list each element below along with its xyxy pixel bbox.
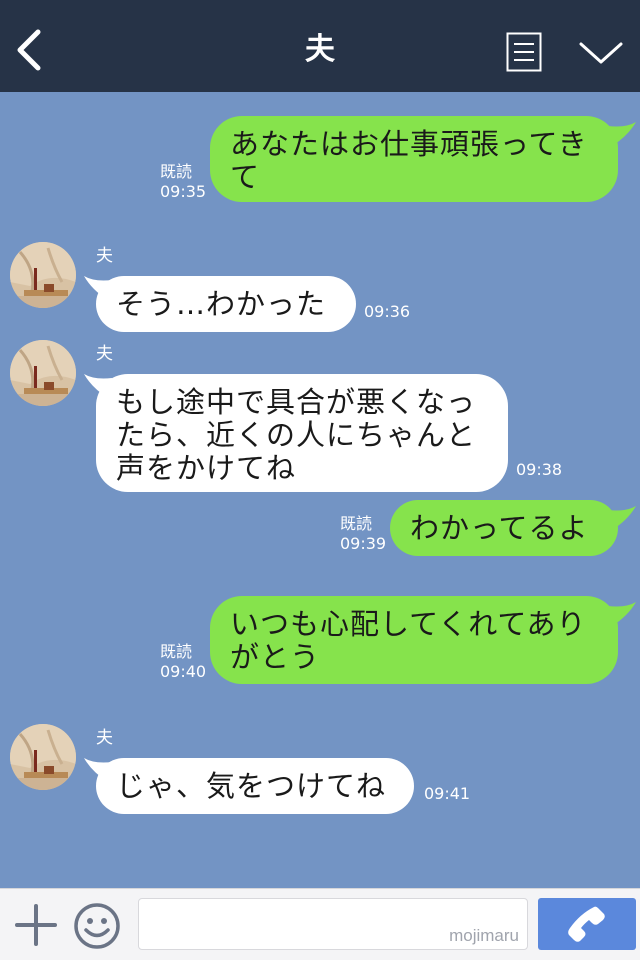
call-button[interactable] [538,898,636,950]
message-time: 09:38 [516,460,563,479]
avatar[interactable] [10,724,76,790]
received-message-bubble[interactable]: じゃ、気をつけてね [96,758,414,814]
message-text: そう…わかった [116,287,327,321]
sender-name: 夫 [96,344,113,364]
sender-name: 夫 [96,728,113,748]
avatar-image [10,724,76,790]
bubble-tail [608,122,636,146]
message-text: たら、近くの人にちゃんと [116,418,477,452]
message-input-bar: mojimaru [0,888,640,960]
message-text: じゃ、気をつけてね [116,769,387,803]
plus-icon[interactable] [14,903,58,947]
message-text: て [230,160,261,194]
smiley-icon[interactable] [72,901,122,951]
bubble-tail [608,602,636,626]
message-input[interactable]: mojimaru [138,898,528,950]
chevron-down-icon[interactable] [578,38,624,68]
message-time: 09:41 [424,784,471,803]
avatar-image [10,340,76,406]
watermark-text: mojimaru [449,926,519,945]
message-text: わかってるよ [410,511,589,545]
received-message-bubble[interactable]: そう…わかった [96,276,356,332]
list-menu-icon[interactable] [506,32,542,72]
message-text: あなたはお仕事頑張ってき [230,127,588,161]
avatar[interactable] [10,242,76,308]
avatar[interactable] [10,340,76,406]
message-text: もし途中で具合が悪くなっ [116,385,477,419]
read-receipt: 既読 09:40 [160,642,207,681]
message-time: 09:36 [364,302,411,321]
read-receipt: 既読 09:35 [160,162,207,201]
avatar-image [10,242,76,308]
sent-message-bubble[interactable]: わかってるよ [390,500,618,556]
phone-icon [568,906,605,942]
message-text: いつも心配してくれてあり [230,607,587,641]
message-text: がとう [230,640,321,674]
sent-message-bubble[interactable]: あなたはお仕事頑張ってき て [210,116,618,202]
message-text: 声をかけてね [116,451,297,485]
sent-message-bubble[interactable]: いつも心配してくれてあり がとう [210,596,618,684]
sender-name: 夫 [96,246,113,266]
read-receipt: 既読 09:39 [340,514,387,553]
chat-message-area[interactable]: 既読 09:35 あなたはお仕事頑張ってき て 夫 そう…わかった 09:36 [0,92,640,888]
chat-header: 夫 [0,0,640,92]
received-message-bubble[interactable]: もし途中で具合が悪くなっ たら、近くの人にちゃんと 声をかけてね [96,374,508,492]
bubble-tail [608,506,636,530]
chat-title: 夫 [305,32,335,67]
